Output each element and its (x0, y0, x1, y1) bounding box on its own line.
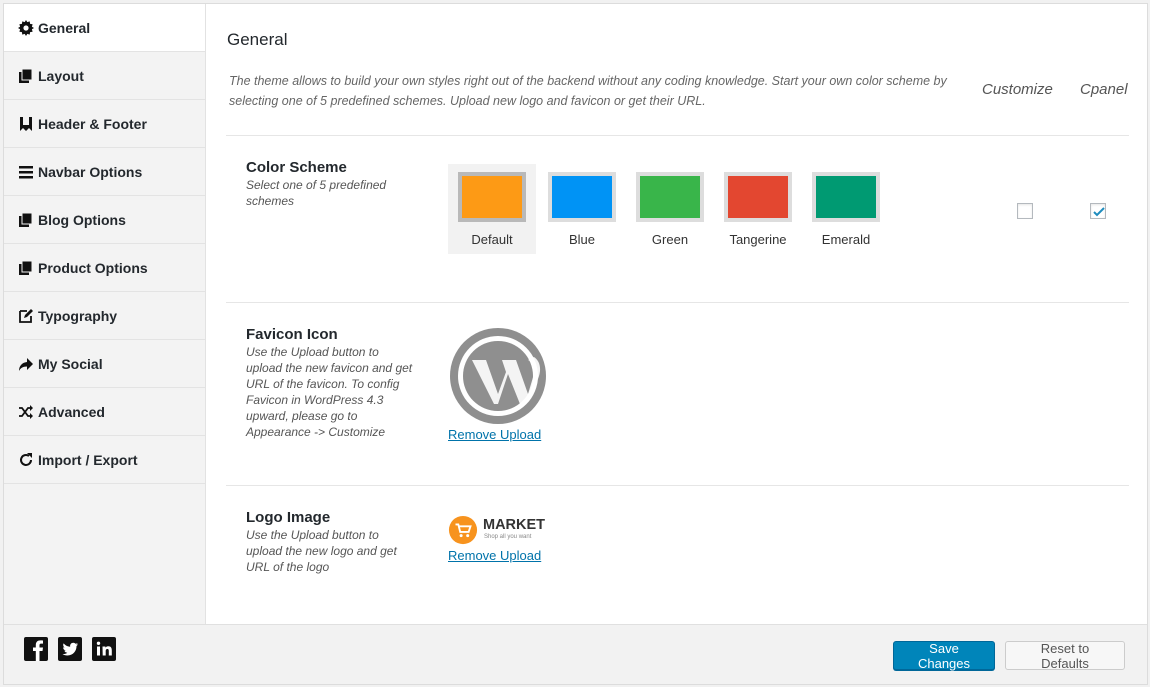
sidebar: General Layout Header & Footer Navbar Op… (4, 4, 206, 624)
swatch-color (458, 172, 526, 222)
sidebar-item-general[interactable]: General (4, 4, 205, 52)
checkmark-icon (1093, 207, 1105, 217)
bars-icon (18, 164, 34, 180)
sidebar-item-navbar-options[interactable]: Navbar Options (4, 148, 205, 196)
sidebar-item-label: Header & Footer (38, 115, 147, 132)
color-scheme-title: Color Scheme (246, 159, 347, 176)
copy-icon (18, 68, 34, 84)
sidebar-item-label: Navbar Options (38, 163, 143, 180)
sidebar-item-layout[interactable]: Layout (4, 52, 205, 100)
swatch-emerald[interactable]: Emerald (802, 164, 890, 254)
save-changes-button[interactable]: Save Changes (893, 641, 995, 671)
logo-tagline: Shop all you want (484, 534, 532, 540)
color-scheme-desc: Select one of 5 predefined schemes (246, 178, 387, 208)
favicon-desc: Use the Upload button to upload the new … (246, 345, 413, 439)
intro-text: The theme allows to build your own style… (229, 74, 947, 108)
customize-checkbox[interactable] (1017, 203, 1033, 219)
swatch-default[interactable]: Default (448, 164, 536, 254)
shuffle-icon (18, 404, 34, 420)
swatch-color (812, 172, 880, 222)
divider (226, 135, 1129, 136)
sidebar-item-blog-options[interactable]: Blog Options (4, 196, 205, 244)
swatch-label: Green (651, 232, 689, 247)
edit-icon (18, 308, 34, 324)
share-arrow-icon (18, 356, 34, 372)
swatch-green[interactable]: Green (626, 164, 714, 254)
sidebar-item-label: Advanced (38, 403, 105, 420)
favicon-preview (448, 326, 548, 426)
sidebar-item-typography[interactable]: Typography (4, 292, 205, 340)
facebook-icon[interactable] (24, 637, 48, 661)
cpanel-checkbox[interactable] (1090, 203, 1106, 219)
page-title: General (227, 30, 288, 49)
footer-bar: Save Changes Reset to Defaults (4, 624, 1147, 684)
favicon-remove-upload-link[interactable]: Remove Upload (448, 427, 541, 442)
sidebar-item-label: Layout (38, 67, 84, 84)
logo-title: Logo Image (246, 509, 331, 526)
sidebar-item-header-footer[interactable]: Header & Footer (4, 100, 205, 148)
logo-brand-text: MARKET (483, 517, 546, 533)
sidebar-item-import-export[interactable]: Import / Export (4, 436, 205, 484)
copy-icon (18, 212, 34, 228)
shopping-cart-icon (448, 515, 478, 545)
swatch-label: Blue (568, 232, 596, 247)
copy-icon (18, 260, 34, 276)
favicon-title: Favicon Icon (246, 326, 338, 343)
swatch-tangerine[interactable]: Tangerine (714, 164, 802, 254)
refresh-icon (18, 452, 34, 468)
swatch-color (636, 172, 704, 222)
divider (226, 302, 1129, 303)
logo-preview: MARKET Shop all you want (448, 515, 552, 547)
sidebar-item-advanced[interactable]: Advanced (4, 388, 205, 436)
linkedin-icon[interactable] (92, 637, 116, 661)
main-content: General The theme allows to build your o… (206, 4, 1147, 624)
swatch-blue[interactable]: Blue (538, 164, 626, 254)
swatch-color (548, 172, 616, 222)
divider (226, 485, 1129, 486)
options-panel: General Layout Header & Footer Navbar Op… (3, 3, 1148, 685)
swatch-label: Default (471, 232, 513, 247)
sidebar-item-label: Product Options (38, 259, 148, 276)
sidebar-item-my-social[interactable]: My Social (4, 340, 205, 388)
swatch-label: Tangerine (729, 232, 787, 247)
sidebar-item-label: Blog Options (38, 211, 126, 228)
logo-desc: Use the Upload button to upload the new … (246, 528, 397, 574)
column-header-cpanel: Cpanel (1080, 81, 1128, 98)
bookmark-icon (18, 116, 34, 132)
sidebar-item-label: Import / Export (38, 451, 138, 468)
swatch-label: Emerald (821, 232, 871, 247)
sidebar-item-label: My Social (38, 355, 103, 372)
twitter-icon[interactable] (58, 637, 82, 661)
column-header-customize: Customize (982, 81, 1053, 98)
reset-to-defaults-button[interactable]: Reset to Defaults (1005, 641, 1125, 671)
sidebar-item-label: Typography (38, 307, 118, 324)
gear-icon (18, 19, 34, 36)
wordpress-logo-icon (450, 328, 546, 424)
sidebar-item-product-options[interactable]: Product Options (4, 244, 205, 292)
sidebar-item-label: General (38, 19, 91, 36)
swatch-color (724, 172, 792, 222)
logo-remove-upload-link[interactable]: Remove Upload (448, 548, 541, 563)
